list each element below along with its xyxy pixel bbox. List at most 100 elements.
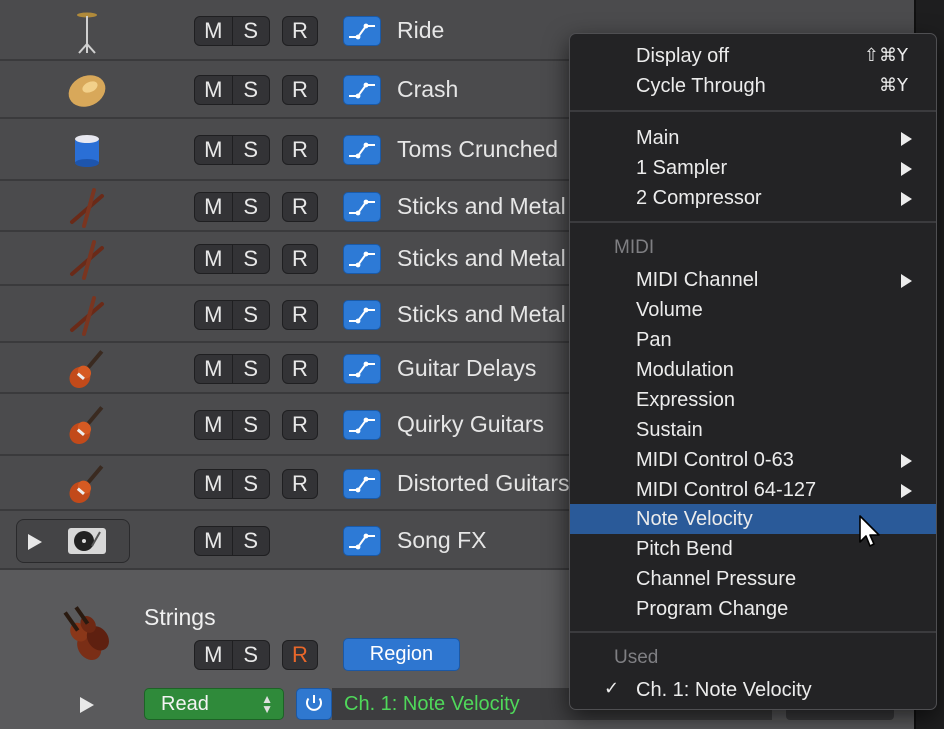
mute-button[interactable]: M — [195, 136, 232, 164]
mute-solo-group: MS — [194, 354, 270, 384]
solo-button[interactable]: S — [231, 136, 270, 164]
automation-curve-icon — [349, 251, 375, 268]
solo-button[interactable]: S — [231, 76, 270, 104]
solo-button[interactable]: S — [231, 301, 270, 329]
menu-item[interactable]: MIDI Control 64-127 — [570, 475, 936, 505]
mute-button[interactable]: M — [195, 193, 232, 221]
track-name: Quirky Guitars — [397, 411, 544, 437]
menu-item[interactable]: Cycle Through ⌘Y — [570, 71, 936, 101]
track-name: Distorted Guitars — [397, 470, 570, 496]
menu-section-heading: Used — [614, 647, 659, 668]
solo-button[interactable]: S — [231, 193, 270, 221]
record-enable-button[interactable]: R — [282, 469, 318, 499]
disclosure-triangle-icon[interactable] — [78, 696, 96, 714]
menu-item[interactable]: Program Change — [570, 594, 936, 624]
solo-button[interactable]: S — [231, 470, 270, 498]
automation-toggle-button[interactable] — [343, 469, 381, 499]
drumsticks-icon — [70, 188, 104, 228]
menu-item-label: Modulation — [636, 359, 734, 381]
mute-button[interactable]: M — [195, 527, 232, 555]
automation-curve-icon — [349, 307, 375, 324]
track-name: Song FX — [397, 527, 487, 553]
menu-item[interactable]: Volume — [570, 295, 936, 325]
track-name: Sticks and Metal — [397, 245, 566, 271]
record-enable-button[interactable]: R — [282, 300, 318, 330]
menu-item-label: Pan — [636, 329, 672, 351]
menu-item-label: Pitch Bend — [636, 538, 733, 560]
automation-toggle-button[interactable] — [343, 244, 381, 274]
automation-toggle-button[interactable] — [343, 16, 381, 46]
automation-toggle-button[interactable] — [343, 135, 381, 165]
turntable-icon — [68, 528, 106, 554]
mute-button[interactable]: M — [195, 411, 232, 439]
crash-cymbal-icon — [68, 75, 106, 107]
automation-curve-icon — [349, 142, 375, 159]
menu-item-label: Main — [636, 127, 680, 149]
mute-button[interactable]: M — [195, 245, 232, 273]
violin-icon — [63, 606, 109, 660]
drumsticks-icon — [70, 296, 104, 336]
record-enable-button[interactable]: R — [282, 354, 318, 384]
menu-item-label: MIDI Channel — [636, 269, 759, 291]
automation-curve-icon — [349, 199, 375, 216]
automation-mode-value: Read — [161, 692, 209, 715]
menu-item[interactable]: Display off ⇧⌘Y — [570, 41, 936, 71]
automation-curve-icon — [349, 533, 375, 550]
region-button[interactable]: Region — [343, 638, 460, 671]
menu-item-label: Note Velocity — [636, 508, 753, 530]
solo-button[interactable]: S — [231, 527, 270, 555]
automation-toggle-button[interactable] — [343, 354, 381, 384]
record-enable-button[interactable]: R — [282, 135, 318, 165]
automation-toggle-button[interactable] — [343, 526, 381, 556]
solo-button[interactable]: S — [231, 355, 270, 383]
menu-separator — [570, 110, 936, 112]
track-name: Sticks and Metal — [397, 301, 566, 327]
electric-guitar-icon — [69, 350, 104, 389]
automation-toggle-button[interactable] — [343, 192, 381, 222]
mute-button[interactable]: M — [195, 470, 232, 498]
menu-item[interactable]: ✓ Ch. 1: Note Velocity — [570, 675, 936, 705]
track-name: Crash — [397, 76, 459, 102]
solo-button[interactable]: S — [231, 245, 270, 273]
menu-item[interactable]: Main — [570, 123, 936, 153]
track-name: Ride — [397, 17, 445, 43]
menu-item[interactable]: 1 Sampler — [570, 153, 936, 183]
menu-item[interactable]: Channel Pressure — [570, 564, 936, 594]
record-enable-button[interactable]: R — [282, 16, 318, 46]
record-enable-button[interactable]: R — [282, 244, 318, 274]
mute-button[interactable]: M — [195, 76, 232, 104]
menu-item[interactable]: 2 Compressor — [570, 183, 936, 213]
menu-item[interactable]: Sustain — [570, 415, 936, 445]
solo-button[interactable]: S — [231, 17, 270, 45]
submenu-arrow-icon — [901, 162, 912, 176]
record-enable-button[interactable]: R — [282, 640, 318, 670]
disclosure-triangle-icon[interactable] — [27, 533, 43, 551]
mute-button[interactable]: M — [195, 301, 232, 329]
automation-power-button[interactable] — [296, 688, 332, 720]
mute-solo-group: MS — [194, 75, 270, 105]
mute-button[interactable]: M — [195, 17, 232, 45]
menu-item[interactable]: Expression — [570, 385, 936, 415]
solo-button[interactable]: S — [231, 641, 270, 669]
record-enable-button[interactable]: R — [282, 75, 318, 105]
menu-item-shortcut: ⌘Y — [879, 75, 908, 96]
menu-item[interactable]: MIDI Channel — [570, 265, 936, 295]
mute-solo-group: MS — [194, 244, 270, 274]
menu-item[interactable]: MIDI Control 0-63 — [570, 445, 936, 475]
automation-toggle-button[interactable] — [343, 300, 381, 330]
menu-item[interactable]: Pan — [570, 325, 936, 355]
automation-toggle-button[interactable] — [343, 75, 381, 105]
automation-mode-select[interactable]: Read ▲ ▼ — [144, 688, 284, 720]
select-arrows-icon: ▲ ▼ — [261, 692, 273, 716]
checkmark-icon: ✓ — [604, 678, 620, 699]
record-enable-button[interactable]: R — [282, 410, 318, 440]
mute-button[interactable]: M — [195, 355, 232, 383]
record-enable-button[interactable]: R — [282, 192, 318, 222]
menu-item-label: 1 Sampler — [636, 157, 728, 179]
drumsticks-icon — [70, 240, 104, 280]
mute-button[interactable]: M — [195, 641, 232, 669]
menu-item[interactable]: Modulation — [570, 355, 936, 385]
menu-item-shortcut: ⇧⌘Y — [863, 45, 908, 66]
automation-toggle-button[interactable] — [343, 410, 381, 440]
solo-button[interactable]: S — [231, 411, 270, 439]
